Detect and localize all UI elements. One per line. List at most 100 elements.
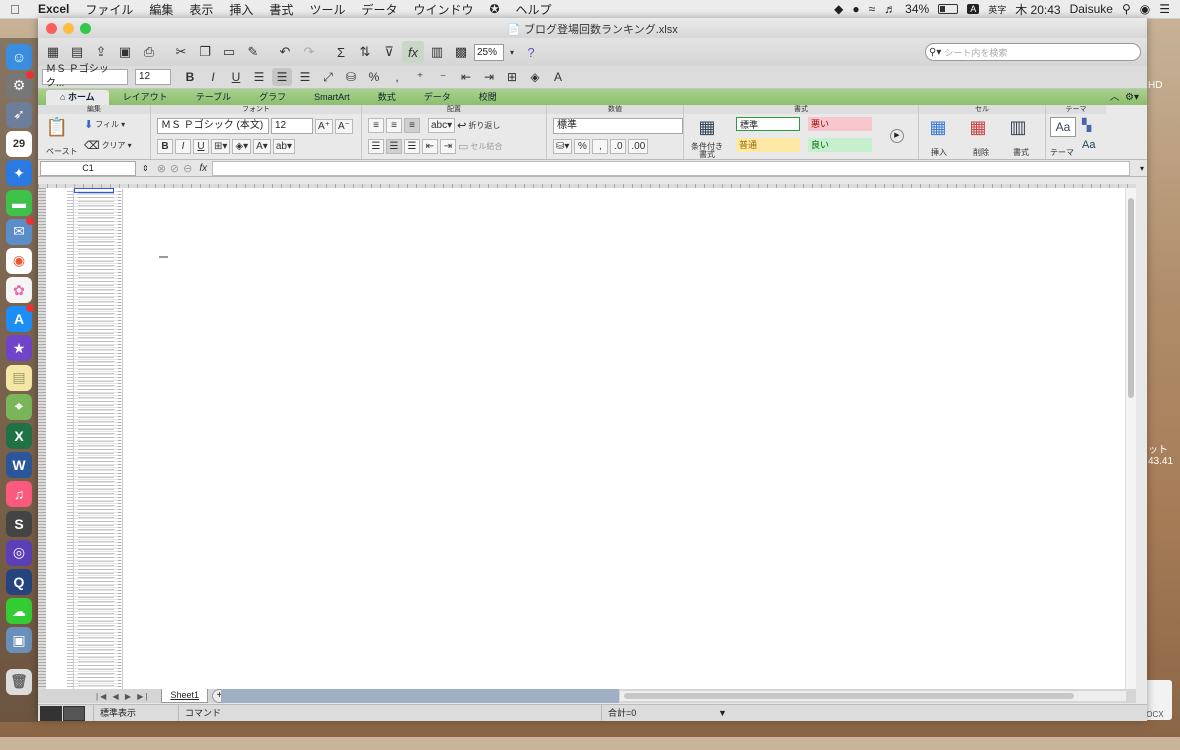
menu-help[interactable]: ヘルプ (508, 1, 560, 18)
style-good[interactable]: 良い (808, 138, 872, 152)
format-painter-icon[interactable]: ✎ (242, 41, 264, 63)
preview-icon[interactable]: ▣ (6, 627, 32, 654)
quicktime-icon[interactable]: Q (6, 568, 32, 595)
finder-icon[interactable]: ☺ (6, 43, 32, 70)
align-left-button[interactable]: ☰ (249, 68, 269, 86)
ribbon-underline-button[interactable]: U (193, 139, 209, 154)
ribbon-bold-button[interactable]: B (157, 139, 173, 154)
siri-icon[interactable]: ◉ (1140, 2, 1150, 16)
ribbon-decrease-decimal-button[interactable]: .00 (628, 139, 649, 154)
vertical-scroll-thumb[interactable] (1128, 198, 1134, 398)
ribbon-font-select[interactable]: ＭＳ Ｐゴシック (本文) (157, 118, 269, 134)
notification-center-icon[interactable]: ☰ (1159, 2, 1170, 16)
underline-button[interactable]: U (226, 68, 246, 86)
merge-cells-button[interactable]: ▭ セル結合 (458, 140, 502, 153)
ribbon-increase-indent-button[interactable]: ⇥ (440, 139, 456, 154)
insert-function-icon[interactable]: fx (199, 163, 207, 174)
clear-button[interactable]: ⌫ クリア ▾ (84, 139, 132, 152)
script-icon[interactable]: ✪ (481, 2, 507, 16)
align-center-button[interactable]: ☰ (272, 68, 292, 86)
vertical-scrollbar[interactable] (1125, 188, 1136, 694)
themes-icon[interactable]: Aa (1050, 117, 1076, 137)
wifi-icon[interactable]: ≈ (869, 2, 876, 16)
name-box-stepper-icon[interactable]: ⇕ (142, 164, 149, 173)
messages-icon[interactable]: ☁ (6, 598, 32, 625)
italic-button[interactable]: I (203, 68, 223, 86)
tab-chart[interactable]: グラフ (245, 90, 300, 105)
formula-builder-icon[interactable]: fx (402, 41, 424, 63)
align-middle-button[interactable]: ≡ (386, 118, 402, 133)
text-orientation-button[interactable]: ⤢ (318, 68, 338, 86)
sheet-tab-sheet1[interactable]: Sheet1 (161, 689, 208, 703)
safari-icon[interactable]: ✦ (6, 160, 32, 187)
font-size-select[interactable]: 12 (135, 69, 171, 85)
text-direction-button[interactable]: abc▾ (428, 118, 456, 133)
font-select[interactable]: ＭＳ Ｐゴシック... (42, 64, 128, 89)
tab-home[interactable]: ⌂ ホーム (46, 90, 109, 105)
number-format-select[interactable]: 標準 (553, 118, 683, 134)
ribbon-align-center-button[interactable]: ☰ (386, 139, 402, 154)
sync-app-icon[interactable]: S (6, 510, 32, 537)
theme-colors-icon[interactable]: ▚ (1082, 118, 1091, 132)
increase-indent-button[interactable]: ⇥ (479, 68, 499, 86)
menu-file[interactable]: ファイル (77, 1, 141, 18)
accounting-format-button[interactable]: ⛁▾ (553, 139, 573, 154)
styles-more-icon[interactable]: ▶ (890, 129, 904, 143)
open-icon[interactable]: ⇪ (90, 41, 112, 63)
zoom-dropdown-icon[interactable]: ▾ (506, 41, 518, 63)
template-icon[interactable]: ▤ (66, 41, 88, 63)
ribbon-font-color-button[interactable]: A▾ (253, 139, 271, 154)
input-source-icon[interactable]: A (967, 4, 980, 14)
menu-data[interactable]: データ (353, 1, 405, 18)
launchpad-icon[interactable]: ➶ (6, 101, 32, 128)
align-right-button[interactable]: ☰ (295, 68, 315, 86)
menu-app-excel[interactable]: Excel (30, 2, 77, 16)
siri-dock-icon[interactable]: ◎ (6, 539, 32, 566)
filter-icon[interactable]: ⊽ (378, 41, 400, 63)
help-icon[interactable]: ? (520, 41, 542, 63)
ribbon-collapse-icon[interactable]: ︿ ⚙▾ (1109, 90, 1147, 105)
tab-review[interactable]: 校閲 (465, 90, 511, 105)
autosum-icon[interactable]: Σ (330, 41, 352, 63)
theme-fonts-icon[interactable]: Aa (1082, 139, 1095, 151)
status-sum-dropdown-icon[interactable]: ▼ (718, 708, 727, 718)
confirm-formula-icon[interactable]: ⊘ (170, 162, 179, 175)
shrink-font-button[interactable]: A⁻ (334, 118, 353, 134)
horizontal-scroll-thumb[interactable] (624, 693, 1074, 699)
wrap-text-button[interactable]: ↩ 折り返し (457, 119, 500, 132)
style-neutral[interactable]: 普通 (736, 138, 800, 152)
volume-icon[interactable]: ♬ (884, 2, 896, 16)
menu-tools[interactable]: ツール (301, 1, 353, 18)
worksheet-grid[interactable] (38, 184, 1136, 694)
column-headers[interactable] (38, 184, 1136, 188)
fill-button[interactable]: ⬇ フィル ▾ (84, 118, 125, 131)
tab-formulas[interactable]: 数式 (364, 90, 410, 105)
fill-color-button[interactable]: ◈ (525, 68, 545, 86)
ribbon-percent-button[interactable]: % (574, 139, 591, 154)
calendar-icon[interactable]: 29 (6, 131, 32, 158)
new-workbook-icon[interactable]: ▦ (42, 41, 64, 63)
format-cells-icon[interactable]: ▥ (1005, 117, 1031, 139)
tab-table[interactable]: テーブル (182, 90, 245, 105)
normal-view-button[interactable] (40, 705, 62, 721)
decrease-decimal-button[interactable]: ⁻ (433, 68, 453, 86)
excel-icon[interactable]: X (6, 423, 32, 450)
tab-data[interactable]: データ (410, 90, 465, 105)
style-normal[interactable]: 標準 (736, 117, 800, 131)
photos-icon[interactable]: ✿ (6, 277, 32, 304)
menu-window[interactable]: ウインドウ (405, 1, 481, 18)
ribbon-align-right-button[interactable]: ☰ (404, 139, 420, 154)
music-icon[interactable]: ♫ (6, 481, 32, 508)
selected-cell[interactable] (74, 188, 114, 193)
spotlight-icon[interactable]: ⚲ (1122, 2, 1131, 16)
ribbon-decrease-indent-button[interactable]: ⇤ (422, 139, 438, 154)
save-icon[interactable]: ▣ (114, 41, 136, 63)
style-bad[interactable]: 悪い (808, 117, 872, 131)
search-input[interactable]: ⚲▾ シート内を検索 (925, 43, 1141, 61)
comma-button[interactable]: , (387, 68, 407, 86)
increase-decimal-button[interactable]: ⁺ (410, 68, 430, 86)
copy-icon[interactable]: ❐ (194, 41, 216, 63)
line-icon[interactable]: ▬ (6, 189, 32, 216)
battery-icon[interactable] (938, 4, 959, 14)
word-icon[interactable]: W (6, 452, 32, 479)
